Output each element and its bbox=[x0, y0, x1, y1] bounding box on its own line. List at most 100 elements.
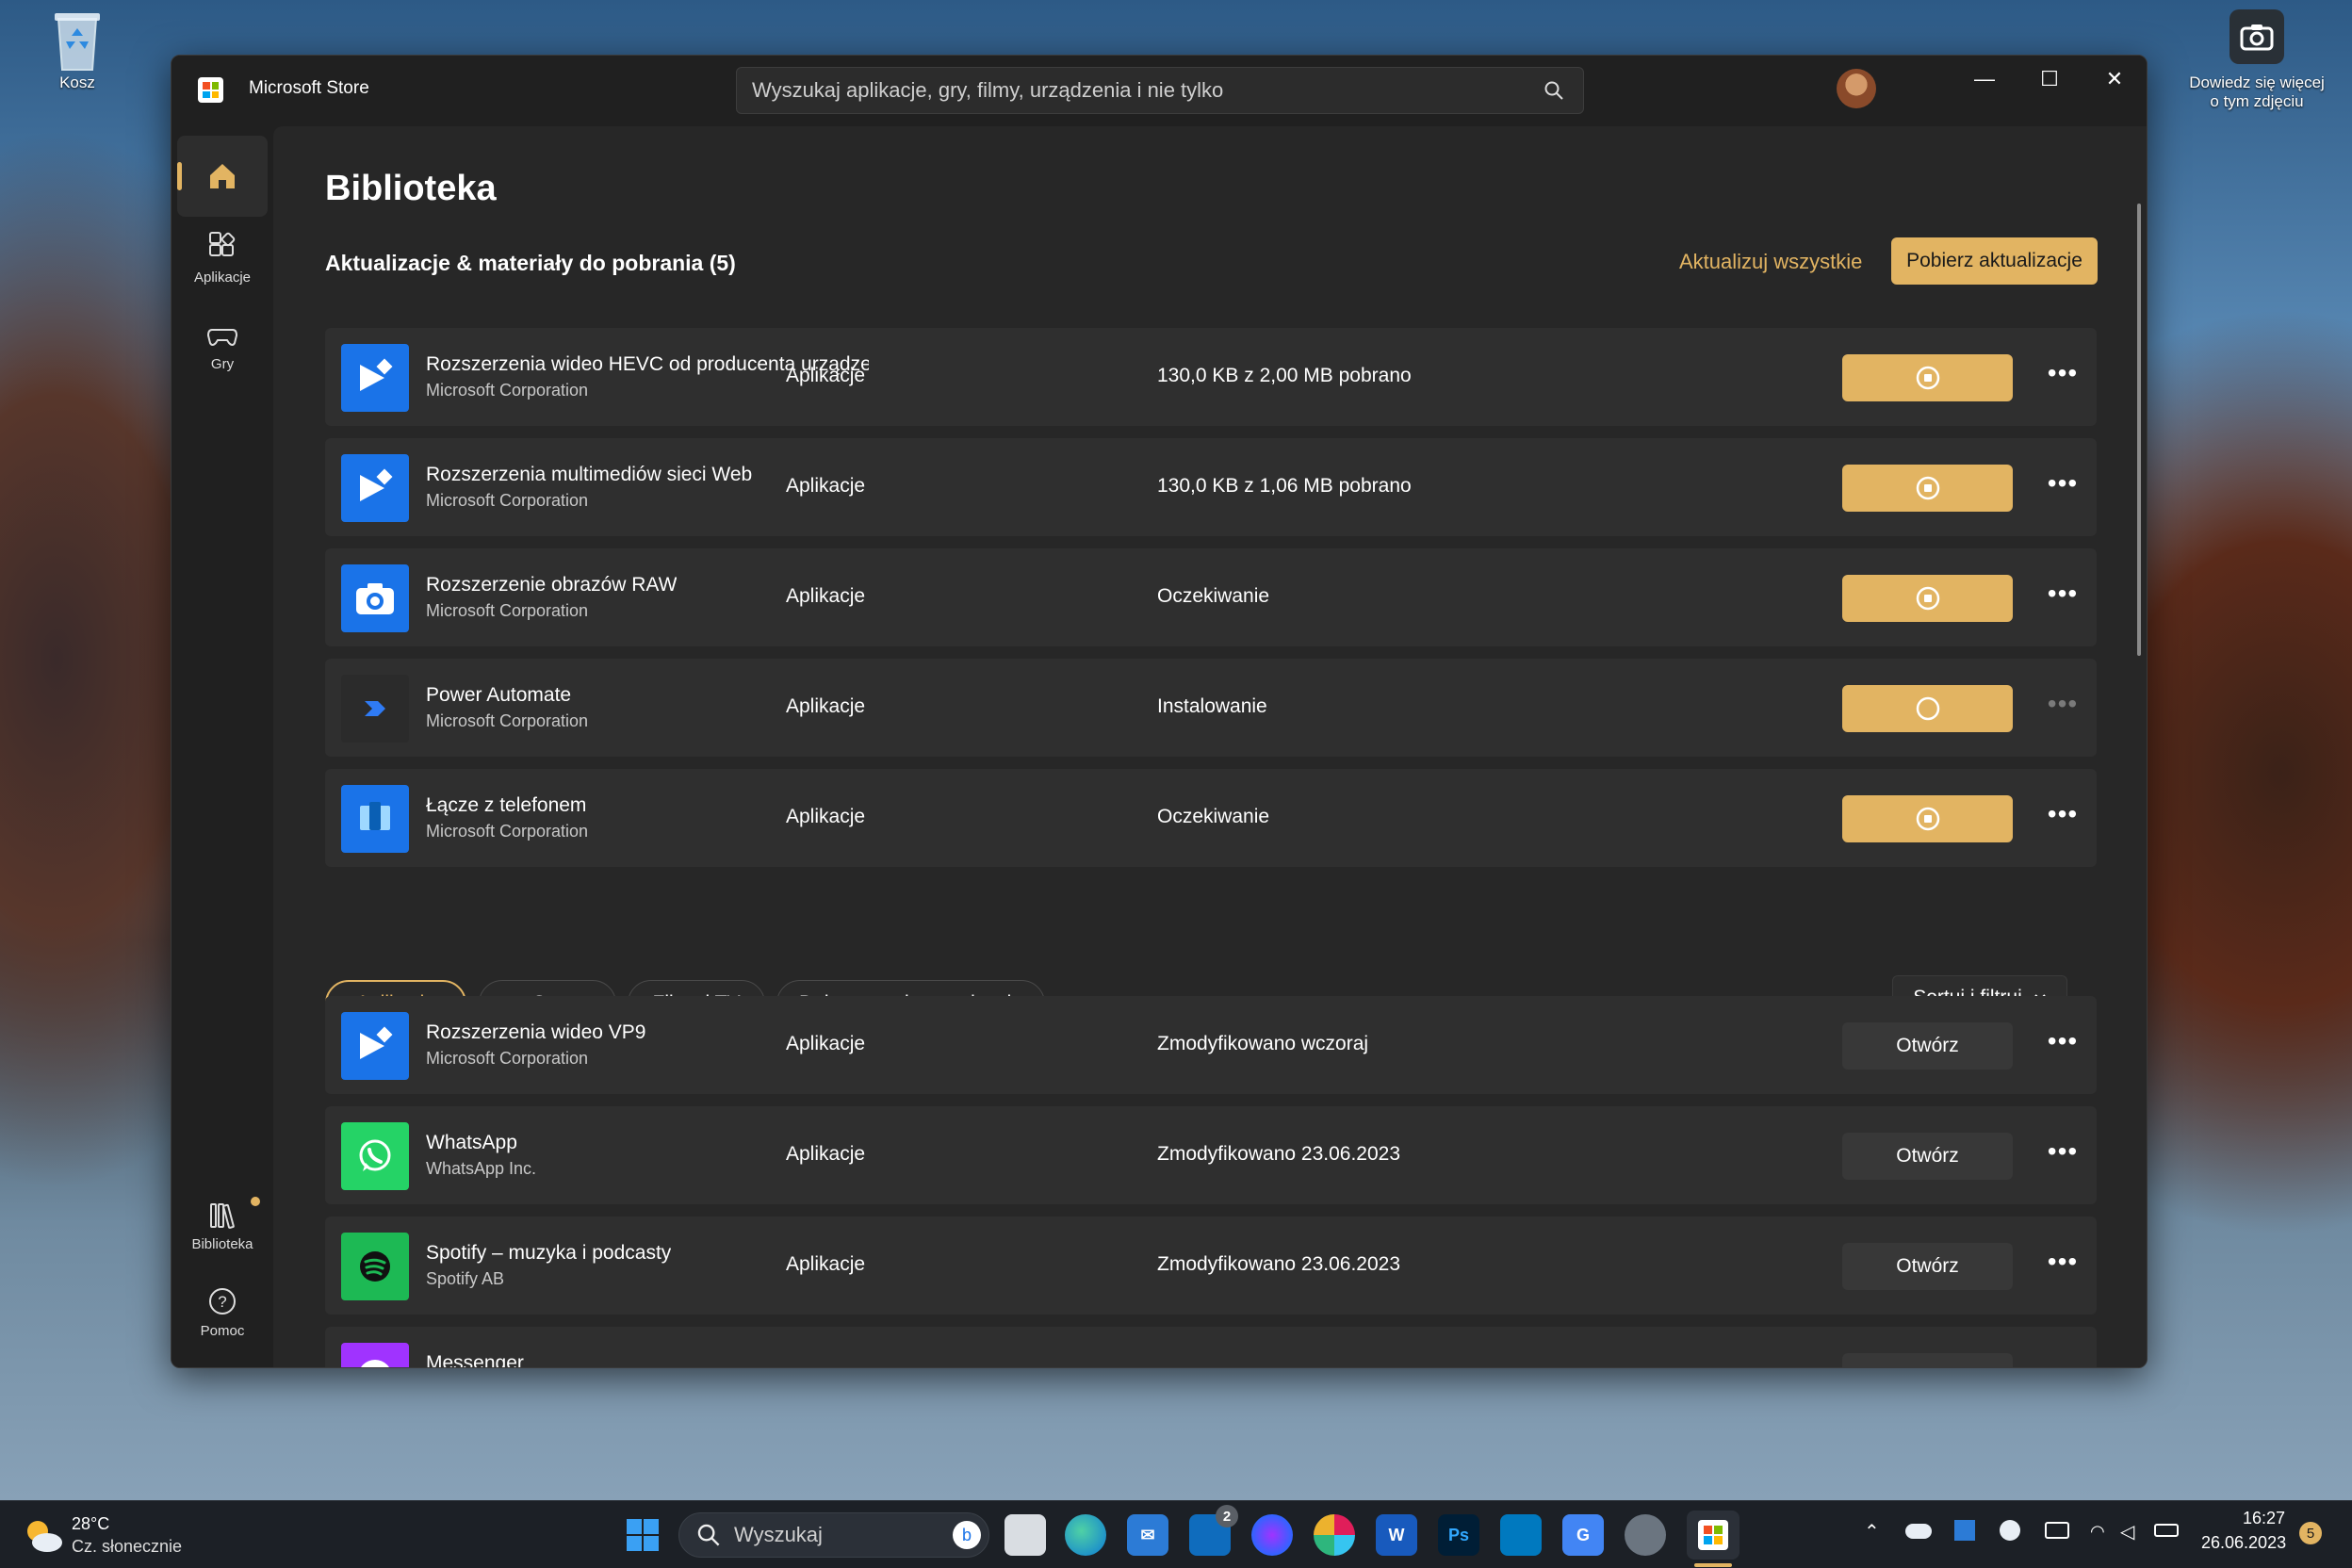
gamepad-icon bbox=[206, 329, 238, 346]
more-options-button[interactable]: ••• bbox=[2043, 1024, 2082, 1064]
open-app-button[interactable] bbox=[1842, 1353, 2013, 1367]
weather-widget[interactable]: 28°C Cz. słonecznie bbox=[23, 1512, 202, 1560]
app-row[interactable]: Rozszerzenia wideo VP9 Microsoft Corporat… bbox=[325, 996, 2097, 1094]
keyboard-icon[interactable] bbox=[2045, 1522, 2069, 1539]
help-icon: ? bbox=[209, 1288, 236, 1315]
trello-icon[interactable] bbox=[1500, 1514, 1542, 1556]
store-search[interactable] bbox=[736, 67, 1584, 114]
user-avatar[interactable] bbox=[1837, 69, 1876, 108]
search-input[interactable] bbox=[752, 68, 1525, 113]
word-icon[interactable]: W bbox=[1376, 1514, 1417, 1556]
start-button[interactable] bbox=[622, 1514, 663, 1556]
clock-time[interactable]: 16:27 bbox=[2243, 1509, 2285, 1528]
close-button[interactable]: ✕ bbox=[2082, 56, 2147, 103]
mail-icon[interactable]: ✉ bbox=[1127, 1514, 1168, 1556]
more-options-button[interactable]: ••• bbox=[2043, 356, 2082, 396]
sidebar: Aplikacje Gry Biblioteka ? Pomoc bbox=[172, 126, 273, 1367]
onedrive-icon[interactable] bbox=[1905, 1524, 1932, 1539]
update-row[interactable]: Power Automate Microsoft Corporation Aplik… bbox=[325, 659, 2097, 757]
more-options-button[interactable]: ••• bbox=[2043, 797, 2082, 837]
open-app-button[interactable]: Otwórz bbox=[1842, 1022, 2013, 1070]
app-status: Zmodyfikowano 23.06.2023 bbox=[1157, 1253, 1400, 1275]
open-app-button[interactable]: Otwórz bbox=[1842, 1243, 2013, 1290]
app-status: Zmodyfikowano 23.06.2023 bbox=[1157, 1143, 1400, 1165]
recycle-bin[interactable]: Kosz bbox=[40, 8, 115, 92]
search-icon bbox=[697, 1524, 720, 1546]
sidebar-help-label: Pomoc bbox=[200, 1323, 245, 1339]
phone-link-icon bbox=[341, 785, 409, 853]
page-title: Biblioteka bbox=[325, 169, 497, 208]
app-status: 130,0 KB z 1,06 MB pobrano bbox=[1157, 475, 1412, 497]
app-status: Oczekiwanie bbox=[1157, 585, 1270, 607]
sidebar-library-label: Biblioteka bbox=[191, 1236, 253, 1252]
stop-download-button[interactable] bbox=[1842, 465, 2013, 512]
translate-icon[interactable]: G bbox=[1562, 1514, 1604, 1556]
update-dot bbox=[251, 1197, 260, 1206]
stop-download-button[interactable] bbox=[1842, 354, 2013, 401]
more-options-button[interactable]: ••• bbox=[2043, 1135, 2082, 1174]
update-row[interactable]: Rozszerzenie obrazów RAW Microsoft Corpor… bbox=[325, 548, 2097, 646]
sidebar-item-apps[interactable]: Aplikacje bbox=[177, 220, 268, 302]
spotlight-widget[interactable]: Dowiedz się więcej o tym zdjęciu bbox=[2177, 9, 2337, 111]
photoshop-icon[interactable]: Ps bbox=[1438, 1514, 1479, 1556]
title-bar: Microsoft Store — ☐ ✕ bbox=[172, 56, 2147, 126]
tray-app-icon[interactable] bbox=[1954, 1520, 1975, 1541]
maximize-button[interactable]: ☐ bbox=[2017, 56, 2082, 103]
task-view-icon[interactable] bbox=[1004, 1514, 1046, 1556]
app-category: Aplikacje bbox=[786, 1253, 866, 1275]
app-category: Aplikacje bbox=[786, 1143, 866, 1165]
update-row[interactable]: Rozszerzenia wideo HEVC od producenta ur… bbox=[325, 328, 2097, 426]
stop-download-button[interactable] bbox=[1842, 795, 2013, 842]
stop-download-button[interactable] bbox=[1842, 575, 2013, 622]
wifi-icon[interactable]: ◠ bbox=[2090, 1522, 2105, 1542]
volume-icon[interactable]: ◁ bbox=[2120, 1520, 2134, 1544]
update-row[interactable]: Łącze z telefonem Microsoft Corporation Ap… bbox=[325, 769, 2097, 867]
messenger-icon bbox=[341, 1343, 409, 1367]
app-publisher: Microsoft Corporation bbox=[426, 1049, 589, 1068]
tray-chevron-icon[interactable]: ⌃ bbox=[1864, 1520, 1880, 1544]
app-row[interactable]: Spotify – muzyka i podcasty Spotify AB Apl… bbox=[325, 1217, 2097, 1315]
app-name: WhatsApp bbox=[426, 1132, 517, 1153]
app-publisher: Microsoft Corporation bbox=[426, 711, 589, 730]
window-title: Microsoft Store bbox=[249, 78, 369, 98]
open-app-button[interactable]: Otwórz bbox=[1842, 1133, 2013, 1180]
sidebar-item-library[interactable]: Biblioteka bbox=[177, 1187, 268, 1268]
slack-tray-icon[interactable] bbox=[2000, 1520, 2020, 1541]
app-category: Aplikacje bbox=[786, 806, 866, 827]
settings-gear-icon[interactable] bbox=[1625, 1514, 1666, 1556]
get-updates-button[interactable]: Pobierz aktualizacje bbox=[1891, 237, 2098, 285]
more-options-button[interactable]: ••• bbox=[2043, 1245, 2082, 1284]
app-row[interactable]: Messenger bbox=[325, 1327, 2097, 1367]
more-options-button[interactable]: ••• bbox=[2043, 466, 2082, 506]
notification-badge[interactable]: 5 bbox=[2299, 1522, 2322, 1544]
battery-icon[interactable] bbox=[2154, 1524, 2179, 1537]
stop-download-button[interactable] bbox=[1842, 685, 2013, 732]
active-app-indicator bbox=[1694, 1563, 1732, 1567]
outlook-icon[interactable]: 2 bbox=[1189, 1505, 1238, 1556]
update-all-link[interactable]: Aktualizuj wszystkie bbox=[1679, 250, 1862, 274]
app-category: Aplikacje bbox=[786, 585, 866, 607]
taskbar-search[interactable]: b bbox=[678, 1512, 989, 1558]
taskbar-search-input[interactable] bbox=[734, 1523, 923, 1547]
more-options-button[interactable]: ••• bbox=[2043, 687, 2082, 727]
app-name: Power Automate bbox=[426, 684, 572, 706]
clock-date[interactable]: 26.06.2023 bbox=[2201, 1533, 2286, 1553]
app-name: Łącze z telefonem bbox=[426, 794, 587, 816]
sidebar-item-games[interactable]: Gry bbox=[177, 307, 268, 388]
spotlight-label-1: Dowiedz się więcej bbox=[2189, 74, 2325, 91]
update-row[interactable]: Rozszerzenia multimediów sieci Web Micros… bbox=[325, 438, 2097, 536]
minimize-button[interactable]: — bbox=[1952, 56, 2017, 103]
sidebar-item-help[interactable]: ? Pomoc bbox=[177, 1274, 268, 1355]
search-icon[interactable] bbox=[1544, 80, 1564, 101]
more-options-button[interactable]: ••• bbox=[2043, 577, 2082, 616]
stop-progress-icon bbox=[1916, 586, 1939, 611]
store-taskbar-icon[interactable] bbox=[1687, 1511, 1740, 1560]
slack-icon[interactable] bbox=[1314, 1514, 1355, 1556]
library-icon bbox=[210, 1203, 235, 1229]
app-row[interactable]: WhatsApp WhatsApp Inc. Aplikacje Zmodyfikow… bbox=[325, 1106, 2097, 1204]
sidebar-item-home[interactable] bbox=[177, 136, 268, 217]
scrollbar[interactable] bbox=[2137, 204, 2141, 656]
messenger-icon[interactable] bbox=[1251, 1514, 1293, 1556]
app-publisher: WhatsApp Inc. bbox=[426, 1159, 537, 1178]
edge-icon[interactable] bbox=[1065, 1514, 1106, 1556]
